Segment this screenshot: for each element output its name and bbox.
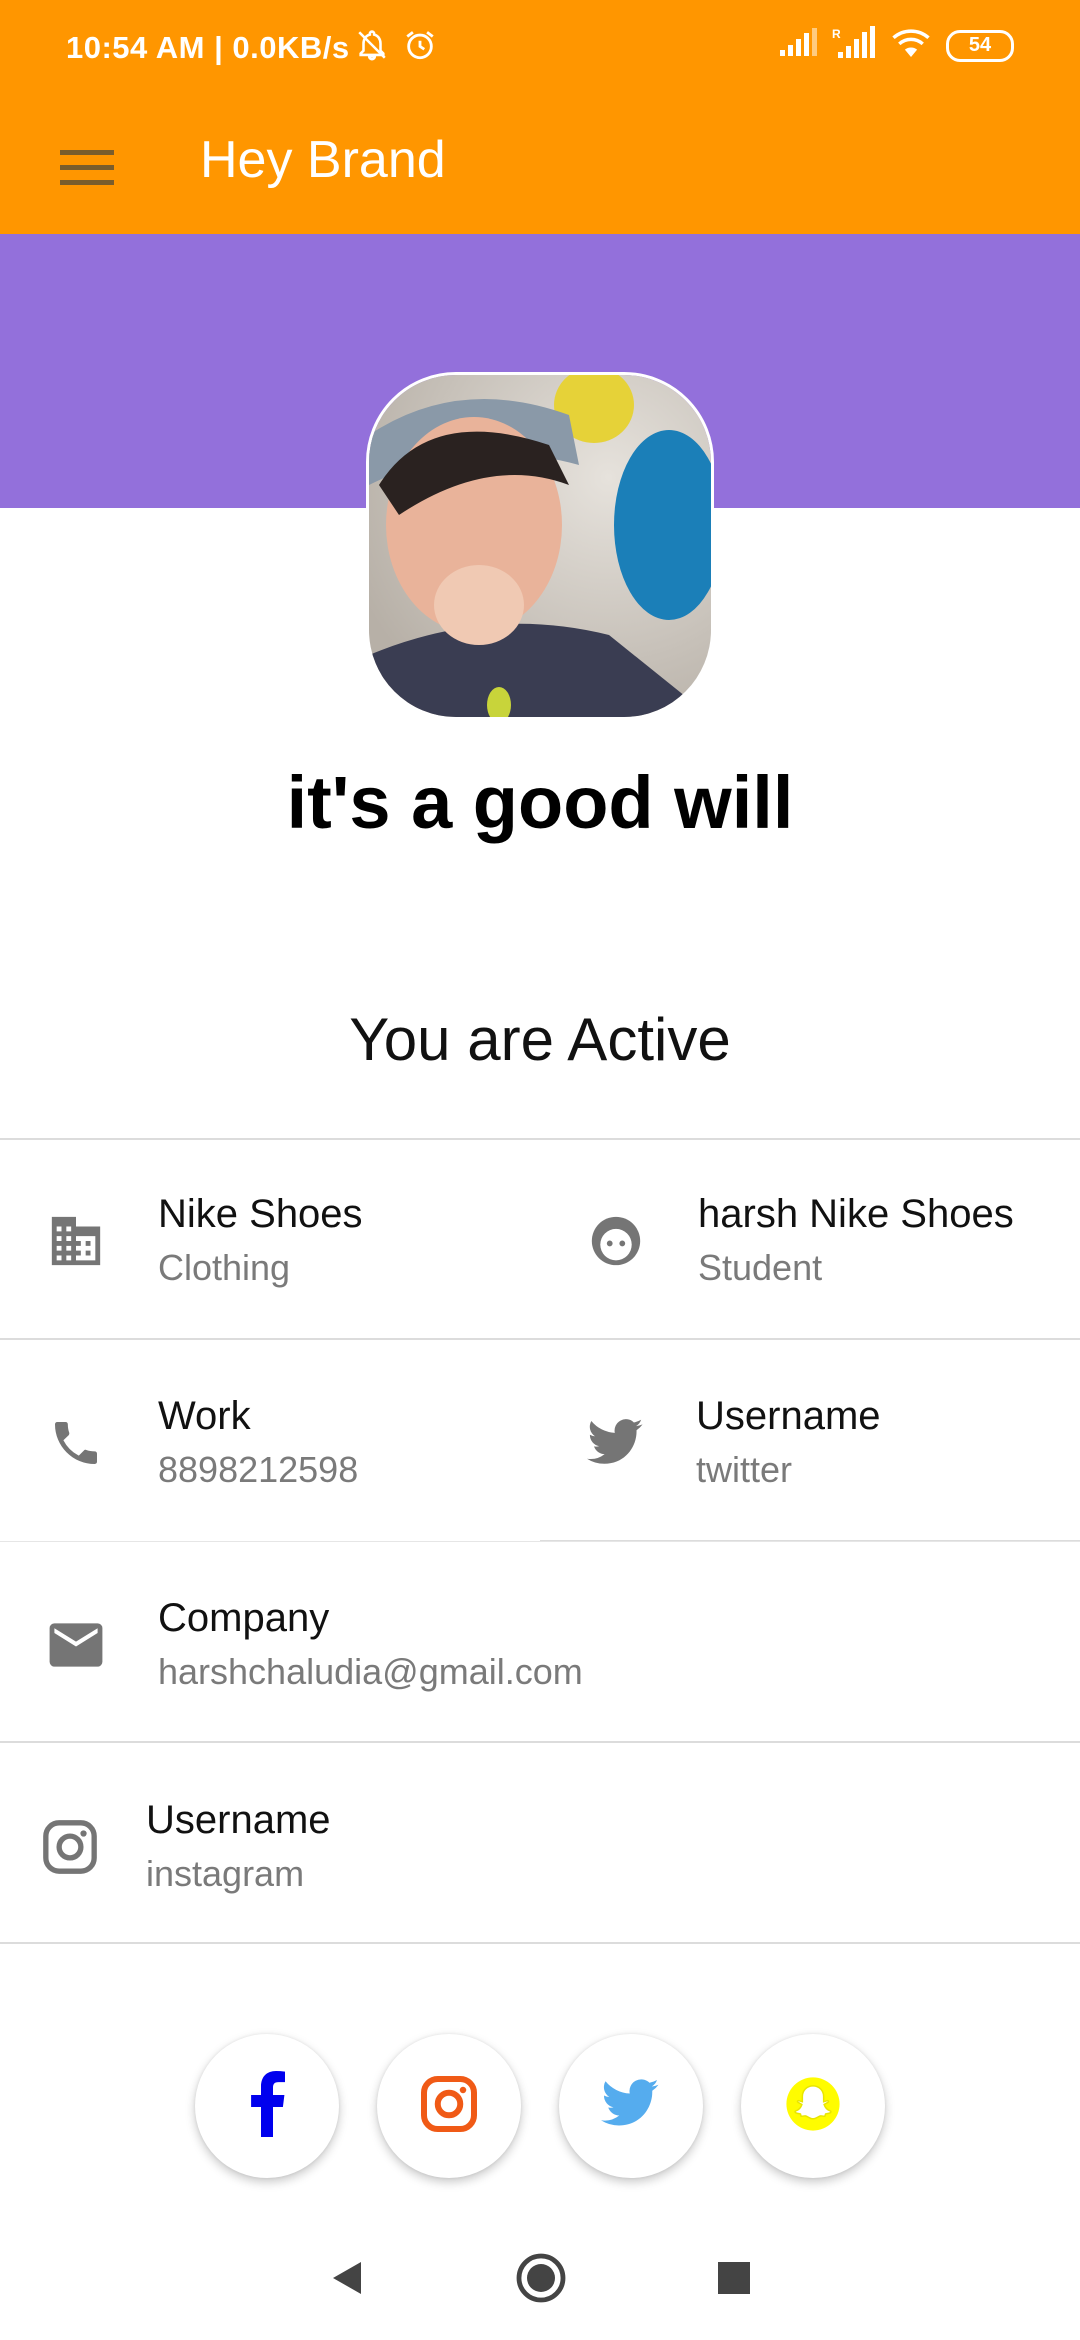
- business-item[interactable]: Nike Shoes Clothing: [46, 1190, 363, 1292]
- divider: [0, 1338, 1080, 1340]
- mail-icon: [46, 1615, 106, 1675]
- back-icon[interactable]: [329, 2258, 365, 2303]
- alarm-icon: [403, 28, 437, 67]
- system-nav-bar: [0, 2220, 1080, 2340]
- top-bar: 10:54 AM | 0.0KB/s R 54 Hey Brand: [0, 0, 1080, 234]
- instagram-item[interactable]: Username instagram: [40, 1796, 331, 1898]
- twitter-icon: [601, 2078, 661, 2134]
- face-icon: [586, 1211, 646, 1271]
- phone-icon: [46, 1413, 106, 1473]
- divider: [0, 1541, 1080, 1542]
- twitter-icon: [586, 1413, 646, 1473]
- status-bar: 10:54 AM | 0.0KB/s R 54: [0, 0, 1080, 100]
- signal-icon: [778, 28, 818, 63]
- home-icon[interactable]: [515, 2252, 567, 2309]
- divider: [0, 1138, 1080, 1140]
- profile-name: it's a good will: [286, 761, 794, 844]
- divider: [0, 1942, 1080, 1944]
- email-label: Company: [158, 1596, 330, 1640]
- twitter-username-label: Username: [696, 1394, 881, 1438]
- wifi-icon: [890, 27, 932, 64]
- svg-text:R: R: [832, 27, 841, 41]
- social-buttons: [0, 2034, 1080, 2178]
- recents-icon[interactable]: [717, 2261, 751, 2300]
- app-title: Hey Brand: [200, 131, 446, 189]
- business-name: Nike Shoes: [158, 1192, 363, 1236]
- snapchat-button[interactable]: [741, 2034, 885, 2178]
- status-time: 10:54 AM | 0.0KB/s: [66, 30, 350, 65]
- instagram-button[interactable]: [377, 2034, 521, 2178]
- snapchat-icon: [784, 2075, 842, 2138]
- status-right-icons: R 54: [778, 26, 1014, 65]
- twitter-button[interactable]: [559, 2034, 703, 2178]
- active-status: You are Active: [349, 1006, 731, 1073]
- bell-off-icon: [355, 28, 389, 67]
- phone-label: Work: [158, 1394, 251, 1438]
- divider: [0, 1741, 1080, 1743]
- facebook-button[interactable]: [195, 2034, 339, 2178]
- twitter-handle: twitter: [696, 1449, 793, 1490]
- hamburger-menu-icon[interactable]: [56, 136, 120, 200]
- owner-item[interactable]: harsh Nike Shoes Student: [586, 1190, 1014, 1292]
- instagram-handle: instagram: [146, 1853, 305, 1894]
- signal-roaming-icon: R: [832, 26, 876, 65]
- instagram-icon: [419, 2074, 479, 2139]
- business-category: Clothing: [158, 1247, 291, 1288]
- twitter-item[interactable]: Username twitter: [586, 1392, 881, 1494]
- battery-icon: 54: [946, 29, 1014, 62]
- owner-name: harsh Nike Shoes: [698, 1192, 1014, 1236]
- email-item[interactable]: Company harshchaludia@gmail.com: [46, 1594, 583, 1696]
- owner-role: Student: [698, 1247, 823, 1288]
- instagram-icon: [40, 1817, 100, 1877]
- building-icon: [46, 1211, 106, 1271]
- instagram-username-label: Username: [146, 1798, 331, 1842]
- avatar[interactable]: [366, 372, 714, 720]
- phone-number: 8898212598: [158, 1449, 359, 1490]
- app-bar: Hey Brand: [0, 100, 1080, 234]
- status-left-icons: [355, 28, 437, 67]
- email-address: harshchaludia@gmail.com: [158, 1651, 583, 1692]
- phone-item[interactable]: Work 8898212598: [46, 1392, 358, 1494]
- facebook-icon: [247, 2070, 287, 2142]
